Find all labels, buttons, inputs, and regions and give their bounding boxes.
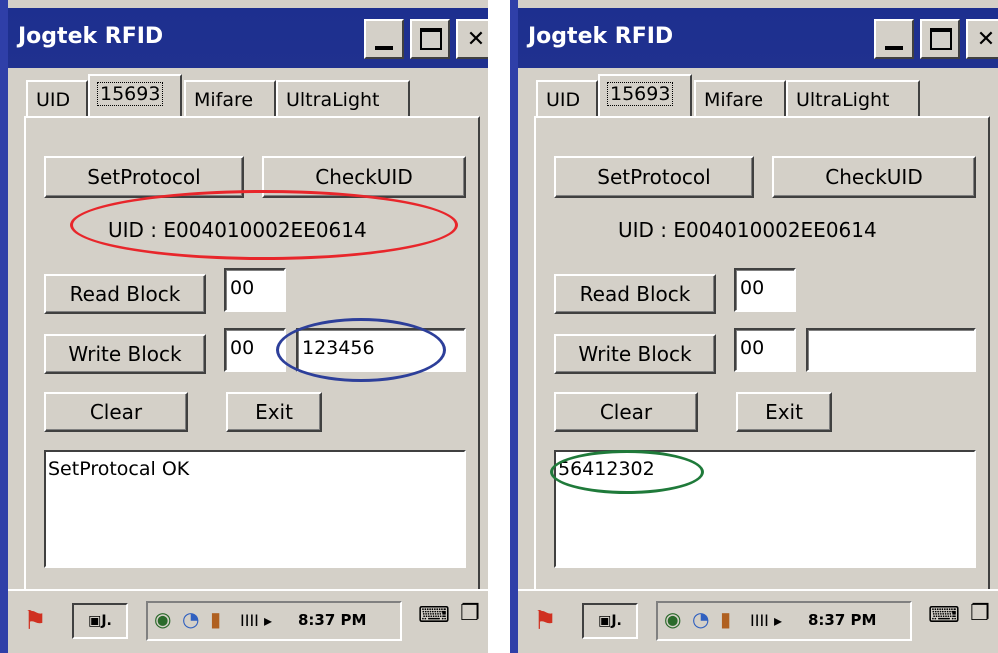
set-protocol-button[interactable]: SetProtocol bbox=[554, 156, 754, 198]
tab-label: 15693 bbox=[606, 82, 674, 106]
window-title: Jogtek RFID bbox=[528, 24, 674, 49]
minimize-icon bbox=[885, 46, 903, 50]
windows-flag-icon[interactable]: ⚑ bbox=[16, 603, 54, 639]
title-bar: Jogtek RFID ✕ bbox=[8, 8, 488, 68]
battery-icon: ▮ bbox=[720, 607, 732, 631]
tab-uid[interactable]: UID bbox=[26, 80, 88, 116]
data-highlight-ellipse bbox=[276, 318, 446, 382]
connection-icon: ◔ bbox=[182, 607, 200, 631]
read-block-input[interactable]: 00 bbox=[734, 268, 796, 312]
network-icon: ◉ bbox=[154, 607, 172, 631]
write-block-button[interactable]: Write Block bbox=[554, 334, 716, 374]
minimize-button[interactable] bbox=[364, 19, 404, 59]
tab-mifare[interactable]: Mifare bbox=[184, 80, 276, 116]
device-screen-right: Jogtek RFID ✕ UID 15693 Mifare UltraLigh… bbox=[510, 0, 998, 653]
output-highlight-ellipse bbox=[550, 450, 704, 494]
signal-icon: IIII ▸ bbox=[240, 611, 272, 630]
clear-button[interactable]: Clear bbox=[554, 392, 698, 432]
device-screen-left: Jogtek RFID ✕ UID 15693 Mifare UltraLigh… bbox=[0, 0, 488, 653]
client-area: UID 15693 Mifare UltraLight SetProtocol … bbox=[518, 68, 998, 595]
tab-mifare[interactable]: Mifare bbox=[694, 80, 786, 116]
clear-button[interactable]: Clear bbox=[44, 392, 188, 432]
read-block-button[interactable]: Read Block bbox=[44, 274, 206, 314]
taskbar: ⚑ ▣J. ◉ ◔ ▮ IIII ▸ 8:37 PM ⌨ ❐ bbox=[518, 589, 998, 653]
minimize-button[interactable] bbox=[874, 19, 914, 59]
desktop-switch-icon[interactable]: ❐ bbox=[970, 601, 990, 626]
tab-panel: SetProtocol CheckUID UID : E004010002EE0… bbox=[24, 116, 480, 595]
window-title: Jogtek RFID bbox=[18, 24, 164, 49]
uid-highlight-ellipse bbox=[70, 190, 458, 260]
network-icon: ◉ bbox=[664, 607, 682, 631]
keyboard-icon[interactable]: ⌨ bbox=[928, 603, 960, 628]
tab-ultralight[interactable]: UltraLight bbox=[786, 80, 920, 116]
clock: 8:37 PM bbox=[808, 611, 877, 629]
close-button[interactable]: ✕ bbox=[456, 19, 488, 59]
windows-flag-icon[interactable]: ⚑ bbox=[526, 603, 564, 639]
maximize-icon bbox=[930, 28, 952, 50]
uid-label: UID : E004010002EE0614 bbox=[618, 218, 877, 242]
tab-label: 15693 bbox=[96, 82, 164, 106]
close-icon: ✕ bbox=[466, 26, 486, 52]
tab-ultralight[interactable]: UltraLight bbox=[276, 80, 410, 116]
keyboard-icon[interactable]: ⌨ bbox=[418, 603, 450, 628]
signal-icon: IIII ▸ bbox=[750, 611, 782, 630]
taskbar: ⚑ ▣J. ◉ ◔ ▮ IIII ▸ 8:37 PM ⌨ ❐ bbox=[8, 589, 488, 653]
app-taskbar-button[interactable]: ▣J. bbox=[582, 603, 638, 639]
close-button[interactable]: ✕ bbox=[966, 19, 998, 59]
check-uid-button[interactable]: CheckUID bbox=[772, 156, 976, 198]
close-icon: ✕ bbox=[976, 26, 996, 52]
system-tray: ◉ ◔ ▮ IIII ▸ 8:37 PM bbox=[656, 601, 912, 641]
client-area: UID 15693 Mifare UltraLight SetProtocol … bbox=[8, 68, 488, 595]
battery-icon: ▮ bbox=[210, 607, 222, 631]
write-block-address-input[interactable]: 00 bbox=[734, 328, 796, 372]
tab-15693[interactable]: 15693 bbox=[598, 74, 692, 118]
read-block-button[interactable]: Read Block bbox=[554, 274, 716, 314]
window-edge bbox=[0, 0, 8, 653]
tab-panel: SetProtocol CheckUID UID : E004010002EE0… bbox=[534, 116, 990, 595]
write-block-button[interactable]: Write Block bbox=[44, 334, 206, 374]
system-tray: ◉ ◔ ▮ IIII ▸ 8:37 PM bbox=[146, 601, 402, 641]
exit-button[interactable]: Exit bbox=[226, 392, 322, 432]
app-taskbar-button[interactable]: ▣J. bbox=[72, 603, 128, 639]
connection-icon: ◔ bbox=[692, 607, 710, 631]
tab-15693[interactable]: 15693 bbox=[88, 74, 182, 118]
exit-button[interactable]: Exit bbox=[736, 392, 832, 432]
maximize-icon bbox=[420, 28, 442, 50]
maximize-button[interactable] bbox=[410, 19, 450, 59]
write-block-data-input[interactable] bbox=[806, 328, 976, 372]
title-bar: Jogtek RFID ✕ bbox=[518, 8, 998, 68]
maximize-button[interactable] bbox=[920, 19, 960, 59]
clock: 8:37 PM bbox=[298, 611, 367, 629]
desktop-switch-icon[interactable]: ❐ bbox=[460, 601, 480, 626]
window-edge bbox=[510, 0, 518, 653]
minimize-icon bbox=[375, 46, 393, 50]
tab-uid[interactable]: UID bbox=[536, 80, 598, 116]
output-box: SetProtocal OK bbox=[44, 450, 466, 568]
read-block-input[interactable]: 00 bbox=[224, 268, 286, 312]
